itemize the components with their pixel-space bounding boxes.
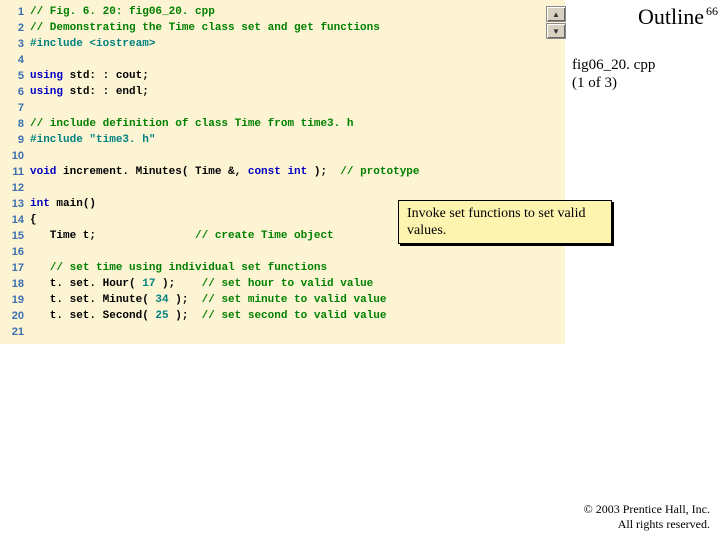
line-number: 14 (0, 212, 30, 228)
line-number: 18 (0, 276, 30, 292)
line-number: 3 (0, 36, 30, 52)
nav-up-button[interactable]: ▲ (546, 6, 566, 22)
code-line: 2// Demonstrating the Time class set and… (0, 20, 565, 36)
code-text: t. set. Minute( 34 ); // set minute to v… (30, 292, 386, 308)
code-line: 5using std: : cout; (0, 68, 565, 84)
code-text (30, 52, 37, 68)
code-text: // Fig. 6. 20: fig06_20. cpp (30, 4, 215, 20)
code-text (30, 148, 37, 164)
code-line: 10 (0, 148, 565, 164)
line-number: 9 (0, 132, 30, 148)
code-line: 6using std: : endl; (0, 84, 565, 100)
outline-panel: ▲ ▼ Outline fig06_20. cpp (1 of 3) (572, 4, 712, 92)
code-line: 1// Fig. 6. 20: fig06_20. cpp (0, 4, 565, 20)
code-text: t. set. Hour( 17 ); // set hour to valid… (30, 276, 373, 292)
line-number: 19 (0, 292, 30, 308)
line-number: 16 (0, 244, 30, 260)
code-text: using std: : endl; (30, 84, 149, 100)
code-text (30, 324, 37, 340)
code-line: 8// include definition of class Time fro… (0, 116, 565, 132)
code-line: 17 // set time using individual set func… (0, 260, 565, 276)
code-line: 12 (0, 180, 565, 196)
code-line: 7 (0, 100, 565, 116)
code-text: // include definition of class Time from… (30, 116, 353, 132)
code-text: t. set. Second( 25 ); // set second to v… (30, 308, 386, 324)
code-line: 19 t. set. Minute( 34 ); // set minute t… (0, 292, 565, 308)
line-number: 8 (0, 116, 30, 132)
code-text: int main() (30, 196, 96, 212)
code-text: // set time using individual set functio… (30, 260, 327, 276)
line-number: 11 (0, 164, 30, 180)
line-number: 12 (0, 180, 30, 196)
code-text (30, 244, 37, 260)
line-number: 5 (0, 68, 30, 84)
copyright-notice: © 2003 Prentice Hall, Inc. All rights re… (584, 502, 710, 532)
file-name: fig06_20. cpp (572, 57, 655, 73)
line-number: 4 (0, 52, 30, 68)
code-line: 11void increment. Minutes( Time &, const… (0, 164, 565, 180)
code-line: 20 t. set. Second( 25 ); // set second t… (0, 308, 565, 324)
code-line: 3#include <iostream> (0, 36, 565, 52)
copyright-line1: © 2003 Prentice Hall, Inc. (584, 502, 710, 516)
outline-label: Outline (572, 4, 712, 30)
line-number: 1 (0, 4, 30, 20)
line-number: 17 (0, 260, 30, 276)
code-text: #include <iostream> (30, 36, 155, 52)
file-part: (1 of 3) (572, 75, 617, 91)
code-line: 16 (0, 244, 565, 260)
line-number: 2 (0, 20, 30, 36)
line-number: 20 (0, 308, 30, 324)
code-listing: 1// Fig. 6. 20: fig06_20. cpp2// Demonst… (0, 0, 565, 344)
line-number: 13 (0, 196, 30, 212)
code-line: 4 (0, 52, 565, 68)
line-number: 7 (0, 100, 30, 116)
code-text (30, 100, 37, 116)
line-number: 10 (0, 148, 30, 164)
line-number: 6 (0, 84, 30, 100)
copyright-line2: All rights reserved. (618, 517, 710, 531)
nav-buttons: ▲ ▼ (546, 6, 566, 40)
line-number: 21 (0, 324, 30, 340)
code-text: void increment. Minutes( Time &, const i… (30, 164, 420, 180)
code-text (30, 180, 37, 196)
code-line: 9#include "time3. h" (0, 132, 565, 148)
file-label: fig06_20. cpp (1 of 3) (572, 56, 712, 92)
code-text: using std: : cout; (30, 68, 149, 84)
code-text: Time t; // create Time object (30, 228, 334, 244)
code-line: 21 (0, 324, 565, 340)
annotation-callout: Invoke set functions to set valid values… (398, 200, 612, 244)
code-text: { (30, 212, 37, 228)
code-text: // Demonstrating the Time class set and … (30, 20, 380, 36)
nav-down-button[interactable]: ▼ (546, 23, 566, 39)
line-number: 15 (0, 228, 30, 244)
code-text: #include "time3. h" (30, 132, 155, 148)
code-line: 18 t. set. Hour( 17 ); // set hour to va… (0, 276, 565, 292)
